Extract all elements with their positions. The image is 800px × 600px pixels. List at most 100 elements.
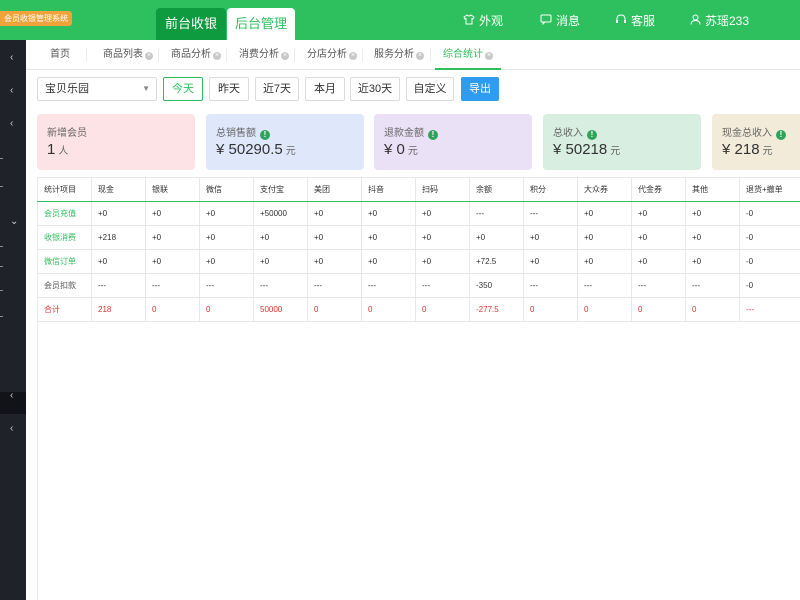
appearance-label: 外观: [479, 14, 504, 28]
card-label-text: 现金总收入: [722, 128, 772, 139]
chevron-left-icon[interactable]: ‹: [10, 423, 13, 434]
table-cell: 0: [307, 297, 362, 322]
table-cell: 0: [577, 297, 632, 322]
filter-yesterday-button[interactable]: 昨天: [209, 77, 249, 101]
table-cell: 0: [199, 297, 254, 322]
column-header: 扫码: [415, 177, 470, 202]
tab-divider: [86, 48, 87, 62]
table-cell: 0: [361, 297, 416, 322]
tab-comprehensive-stats[interactable]: 综合统计 ×: [435, 40, 501, 70]
messages-button[interactable]: 消息: [540, 12, 580, 29]
filter-today-button[interactable]: 今天: [163, 77, 203, 101]
table-cell: +0: [631, 225, 686, 250]
close-icon[interactable]: ×: [213, 52, 221, 60]
column-header: 银联: [145, 177, 200, 202]
tab-divider: [430, 48, 431, 62]
service-label: 客服: [631, 14, 656, 28]
row-label[interactable]: 微信订单: [37, 249, 92, 274]
filter-custom-button[interactable]: 自定义: [406, 77, 454, 101]
sidebar-dot: [0, 186, 3, 187]
tab-back-management[interactable]: 后台管理: [227, 8, 295, 40]
chevron-left-icon[interactable]: ‹: [10, 85, 13, 96]
tab-home[interactable]: 首页: [50, 40, 70, 70]
tab-divider: [226, 48, 227, 62]
table-cell: +50000: [253, 201, 308, 226]
tab-divider: [158, 48, 159, 62]
card-label: 新增会员: [47, 128, 87, 139]
appearance-button[interactable]: 外观: [463, 12, 503, 29]
table-cell: ---: [145, 273, 200, 298]
column-header: 退货+撤单: [739, 177, 800, 202]
tab-product-analysis[interactable]: 商品分析 ×: [171, 40, 221, 70]
card-new-members: 新增会员 1人: [37, 114, 195, 170]
row-label[interactable]: 收银消费: [37, 225, 92, 250]
row-label[interactable]: 会员充值: [37, 201, 92, 226]
column-header: 现金: [91, 177, 146, 202]
table-cell: ---: [577, 273, 632, 298]
filter-7days-button[interactable]: 近7天: [255, 77, 299, 101]
table-cell: +0: [145, 225, 200, 250]
page-tabs: 首页 商品列表 × 商品分析 × 消费分析 × 分店分析 × 服务分析 × 综合统计 ×: [26, 40, 800, 70]
column-header: 统计项目: [37, 177, 92, 202]
card-number: 1: [47, 141, 56, 158]
card-label: 总收入!: [553, 124, 597, 140]
card-unit: 元: [285, 146, 296, 157]
card-label-text: 总收入: [553, 128, 583, 139]
table-cell: +0: [361, 201, 416, 226]
store-select[interactable]: 宝贝乐园 ▼: [37, 77, 157, 101]
table-cell: ---: [739, 297, 800, 322]
card-value: 1人: [47, 141, 68, 158]
chevron-down-icon[interactable]: ⌄: [10, 216, 18, 227]
chevron-left-icon[interactable]: ‹: [10, 390, 13, 401]
info-icon[interactable]: !: [428, 130, 438, 140]
filter-month-button[interactable]: 本月: [305, 77, 345, 101]
service-button[interactable]: 客服: [615, 12, 655, 29]
chevron-left-icon[interactable]: ‹: [10, 118, 13, 129]
sidebar-dot: [0, 246, 3, 247]
sidebar-dot: [0, 266, 3, 267]
tab-consumption-analysis[interactable]: 消费分析 ×: [239, 40, 289, 70]
column-header: 积分: [523, 177, 578, 202]
info-icon[interactable]: !: [260, 130, 270, 140]
table-cell: +0: [361, 225, 416, 250]
table-cell: +0: [361, 249, 416, 274]
info-icon[interactable]: !: [587, 130, 597, 140]
table-cell: +0: [685, 249, 740, 274]
user-menu[interactable]: 苏瑶233: [690, 12, 749, 29]
username: 苏瑶233: [705, 14, 750, 28]
table-row: 微信订单 +0 +0 +0 +0 +0 +0 +0 +72.5 +0 +0 +0 +0 -0: [37, 249, 800, 274]
card-unit: 元: [610, 146, 621, 157]
sidebar-dot: [0, 290, 3, 291]
close-icon[interactable]: ×: [416, 52, 424, 60]
close-icon[interactable]: ×: [145, 52, 153, 60]
export-button[interactable]: 导出: [461, 77, 499, 101]
close-icon[interactable]: ×: [349, 52, 357, 60]
column-header: 微信: [199, 177, 254, 202]
table-cell: ---: [685, 273, 740, 298]
tab-service-analysis[interactable]: 服务分析 ×: [374, 40, 424, 70]
message-icon: [540, 14, 552, 28]
table-frame: [37, 321, 38, 600]
column-header: 代金券: [631, 177, 686, 202]
tab-branch-analysis[interactable]: 分店分析 ×: [307, 40, 357, 70]
chevron-left-icon[interactable]: ‹: [10, 52, 13, 63]
table-cell: ---: [361, 273, 416, 298]
card-number: 50218: [565, 141, 608, 158]
close-icon[interactable]: ×: [485, 52, 493, 60]
row-label: 会员扣款: [37, 273, 92, 298]
table-cell: +0: [91, 201, 146, 226]
headset-icon: [615, 13, 627, 28]
tab-divider: [294, 48, 295, 62]
info-icon[interactable]: !: [776, 130, 786, 140]
tab-label: 分店分析: [307, 49, 347, 60]
table-cell: 0: [145, 297, 200, 322]
table-cell: +218: [91, 225, 146, 250]
table-cell: ---: [415, 273, 470, 298]
close-icon[interactable]: ×: [281, 52, 289, 60]
tab-label: 综合统计: [443, 49, 483, 60]
tab-front-cashier[interactable]: 前台收银: [156, 8, 226, 40]
column-header: 余额: [469, 177, 524, 202]
table-cell: 0: [631, 297, 686, 322]
tab-product-list[interactable]: 商品列表 ×: [103, 40, 153, 70]
filter-30days-button[interactable]: 近30天: [350, 77, 400, 101]
